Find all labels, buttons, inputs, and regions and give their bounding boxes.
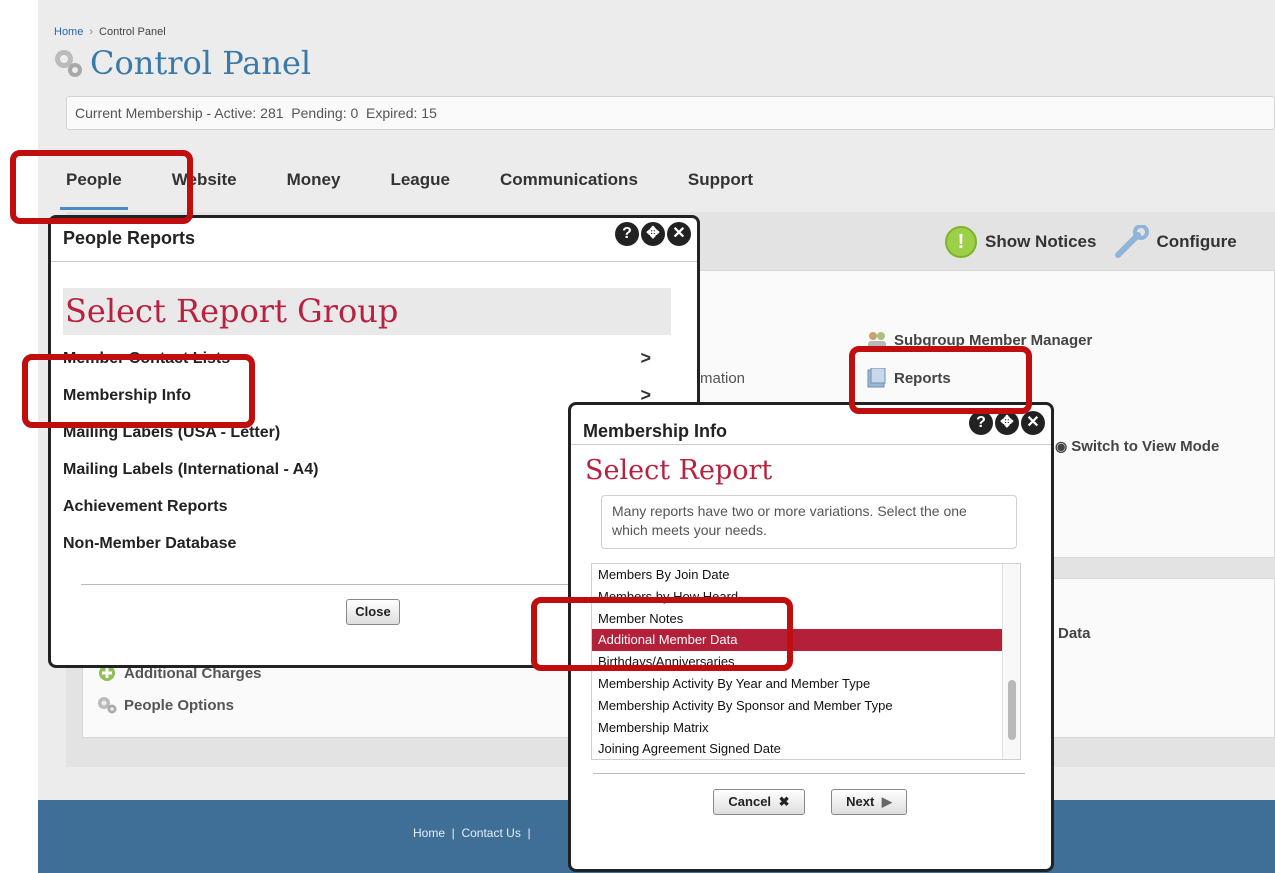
gear-icon xyxy=(96,695,118,715)
highlight-reports xyxy=(849,346,1032,414)
cancel-button[interactable]: Cancel ✖ xyxy=(713,789,805,815)
dialog-title: Membership Info xyxy=(583,421,728,441)
highlight-membership-info xyxy=(22,354,255,428)
scrollbar-thumb[interactable] xyxy=(1008,680,1016,740)
cancel-label: Cancel xyxy=(728,794,772,809)
exclamation-icon: ! xyxy=(945,226,977,258)
dialog-controls: ? ✥ ✕ xyxy=(613,222,691,246)
play-arrow-icon: ▶ xyxy=(881,794,892,809)
move-icon[interactable]: ✥ xyxy=(995,411,1019,435)
dialog-controls: ? ✥ ✕ xyxy=(967,411,1045,435)
tab-support[interactable]: Support xyxy=(688,160,753,210)
x-icon: ✖ xyxy=(778,794,790,809)
people-options-link[interactable]: People Options xyxy=(96,695,234,715)
select-report-group-heading: Select Report Group xyxy=(65,292,399,330)
wrench-icon xyxy=(1112,224,1150,259)
page-title-block: Control Panel xyxy=(50,44,311,82)
highlight-additional-member-data xyxy=(531,597,793,671)
people-options-label: People Options xyxy=(124,696,235,714)
dialog-title: People Reports xyxy=(63,228,196,248)
member-data-link-partial[interactable]: Data xyxy=(1058,625,1091,642)
tab-communications[interactable]: Communications xyxy=(500,160,638,210)
list-item[interactable]: Members By Join Date xyxy=(592,564,1020,586)
highlight-people-tab xyxy=(10,150,193,224)
list-item[interactable]: Joining Agreement Signed Date xyxy=(592,738,1020,759)
select-report-heading: Select Report xyxy=(585,455,773,486)
next-label: Next xyxy=(846,794,875,809)
membership-status-bar: Current Membership - Active: 281 Pending… xyxy=(66,96,1275,130)
configure-button[interactable]: Configure xyxy=(1156,232,1236,252)
dialog-header: People Reports ? ✥ ✕ xyxy=(51,218,697,262)
chevron-right-icon: > xyxy=(640,348,651,368)
list-item[interactable]: Membership Matrix xyxy=(592,717,1020,739)
page-title: Control Panel xyxy=(90,44,312,82)
tab-money[interactable]: Money xyxy=(287,160,341,210)
breadcrumb: Home › Control Panel xyxy=(54,26,166,38)
next-button[interactable]: Next ▶ xyxy=(831,789,907,815)
move-icon[interactable]: ✥ xyxy=(641,222,665,246)
divider xyxy=(593,773,1025,774)
close-icon[interactable]: ✕ xyxy=(667,222,691,246)
breadcrumb-separator: › xyxy=(89,26,94,38)
switch-view-mode-link[interactable]: ◉ Switch to View Mode xyxy=(1055,438,1219,455)
information-link-partial[interactable]: mation xyxy=(700,370,745,387)
breadcrumb-current: Control Panel xyxy=(99,26,166,38)
tab-league[interactable]: League xyxy=(390,160,450,210)
group-label: Non-Member Database xyxy=(63,534,237,552)
show-notices-button[interactable]: Show Notices xyxy=(985,232,1096,252)
breadcrumb-home-link[interactable]: Home xyxy=(54,26,83,38)
scrollbar[interactable] xyxy=(1002,564,1020,759)
report-hint: Many reports have two or more variations… xyxy=(601,495,1017,549)
gear-icon xyxy=(50,45,86,81)
group-label: Achievement Reports xyxy=(63,497,228,515)
switch-view-mode-label: Switch to View Mode xyxy=(1071,438,1220,455)
list-item[interactable]: Membership Activity By Sponsor and Membe… xyxy=(592,695,1020,717)
question-icon[interactable]: ? xyxy=(615,222,639,246)
close-icon[interactable]: ✕ xyxy=(1021,411,1045,435)
group-label: Mailing Labels (International - A4) xyxy=(63,460,319,478)
close-button[interactable]: Close xyxy=(346,599,400,625)
toolbar-right: ! Show Notices Configure xyxy=(945,224,1237,259)
footer-links[interactable]: Home | Contact Us | xyxy=(413,826,531,840)
list-item[interactable]: Membership Activity By Year and Member T… xyxy=(592,673,1020,695)
question-icon[interactable]: ? xyxy=(969,411,993,435)
eye-icon: ◉ xyxy=(1055,438,1068,454)
